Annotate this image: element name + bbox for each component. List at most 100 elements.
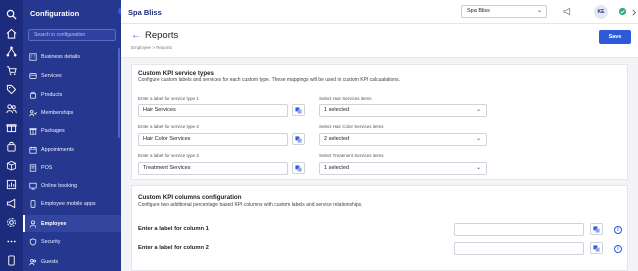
sidebar-item-label: Online booking	[41, 182, 77, 189]
translate-button[interactable]	[590, 242, 603, 254]
sidebar-search-input[interactable]: Search in configuration	[28, 29, 116, 41]
sidebar-item-packages[interactable]: Packages	[23, 122, 121, 139]
service-type-2-input[interactable]: Hair Color Services	[138, 133, 288, 146]
column-1-label: Enter a label for column 1	[138, 226, 209, 232]
brand-name: Spa Bliss	[128, 8, 162, 17]
sidebar-item-security[interactable]: Security	[23, 233, 121, 250]
column-2-label: Enter a label for column 2	[138, 245, 209, 251]
chevron-down-icon: ⌄	[475, 107, 481, 113]
box-icon[interactable]	[6, 160, 17, 171]
guests-icon	[28, 257, 37, 266]
card-title: Custom KPI columns configuration	[138, 194, 242, 201]
home-icon[interactable]	[6, 28, 17, 39]
service-type-1-input[interactable]: Hair Services	[138, 104, 288, 117]
cart-icon[interactable]	[6, 65, 17, 76]
gift-icon[interactable]	[6, 122, 17, 133]
pos-icon	[28, 163, 37, 172]
sidebar-item-label: Memberships	[41, 109, 74, 116]
service-type-3-input[interactable]: Treatment Services	[138, 162, 288, 175]
service-type-1-items-caption: Select Hair Services items	[319, 96, 372, 101]
select-value: 1 selected	[324, 107, 350, 113]
service-type-1-caption: Enter a label for service type 1	[138, 96, 199, 101]
megaphone-icon[interactable]	[6, 198, 17, 209]
select-value: 2 selected	[324, 136, 350, 142]
expand-icon[interactable]	[629, 7, 638, 17]
card-description: Configure two additional percentage base…	[138, 202, 363, 208]
translate-icon	[295, 106, 302, 114]
card-title: Custom KPI service types	[138, 70, 214, 77]
sidebar-item-memberships[interactable]: Memberships	[23, 104, 121, 121]
main-content: ← Reports Employee > Reports Save Custom…	[121, 24, 638, 271]
page-header: ← Reports Employee > Reports Save	[121, 24, 638, 58]
kpi-columns-card: Custom KPI columns configuration Configu…	[131, 185, 628, 271]
translate-icon	[593, 244, 600, 252]
service-type-2-items-select[interactable]: 2 selected ⌄	[319, 133, 487, 146]
megaphone-icon[interactable]	[562, 6, 572, 16]
location-select[interactable]: Spa Bliss ⌄	[461, 5, 547, 18]
page-title: Reports	[145, 30, 179, 41]
sidebar-item-employee[interactable]: Employee	[23, 215, 121, 232]
save-button[interactable]: Save	[599, 30, 631, 44]
sidebar-item-label: Business details	[41, 53, 80, 60]
translate-button[interactable]	[590, 223, 603, 235]
sidebar-item-online-booking[interactable]: Online booking	[23, 177, 121, 194]
sidebar-item-label: POS	[41, 164, 53, 171]
service-type-3-items-select[interactable]: 1 selected ⌄	[319, 162, 487, 175]
sidebar-item-label: Packages	[41, 127, 65, 134]
column-2-input[interactable]	[454, 242, 584, 255]
more-icon[interactable]	[6, 236, 17, 247]
sidebar-title: Configuration	[30, 9, 80, 18]
sidebar-item-pos[interactable]: POS	[23, 159, 121, 176]
sidebar-item-guests[interactable]: Guests	[23, 253, 121, 270]
memberships-icon	[28, 108, 37, 117]
translate-icon	[593, 225, 600, 233]
select-value: 1 selected	[324, 165, 350, 171]
shield-icon	[28, 237, 37, 246]
tag-icon[interactable]	[6, 84, 17, 95]
chart-icon[interactable]	[6, 179, 17, 190]
icon-rail	[0, 0, 23, 271]
info-icon[interactable]: i	[614, 226, 622, 234]
sidebar-item-label: Guests	[41, 258, 59, 265]
card-description: Configure custom labels and services for…	[138, 77, 400, 83]
chevron-down-icon: ⌄	[475, 165, 481, 171]
service-type-3-items-caption: Select Treatment Services items	[319, 153, 384, 158]
sidebar-item-business-details[interactable]: Business details	[23, 48, 121, 65]
sidebar-item-label: Services	[41, 72, 62, 79]
sidebar-item-employee-mobile-apps[interactable]: Employee mobile apps	[23, 195, 121, 212]
sidebar-item-label: Security	[41, 238, 61, 245]
chevron-down-icon: ⌄	[536, 8, 542, 14]
notifications-icon[interactable]	[617, 6, 627, 16]
breadcrumb[interactable]: Employee > Reports	[131, 45, 172, 50]
info-icon[interactable]: i	[614, 245, 622, 253]
translate-button[interactable]	[292, 133, 305, 145]
settings-icon[interactable]	[6, 217, 17, 228]
products-icon	[28, 90, 37, 99]
translate-button[interactable]	[292, 104, 305, 116]
kpi-service-types-card: Custom KPI service types Configure custo…	[131, 64, 628, 180]
network-icon[interactable]	[6, 46, 17, 57]
service-type-2-items-caption: Select Hair Color Services items	[319, 124, 384, 129]
bag-icon[interactable]	[6, 141, 17, 152]
phone-icon[interactable]	[6, 255, 17, 266]
sidebar-item-products[interactable]: Products	[23, 86, 121, 103]
services-icon	[28, 71, 37, 80]
chevron-down-icon: ⌄	[475, 136, 481, 142]
translate-button[interactable]	[292, 162, 305, 174]
online-booking-icon	[28, 181, 37, 190]
back-arrow-icon[interactable]: ←	[131, 30, 141, 41]
sidebar-item-appointments[interactable]: Appointments	[23, 141, 121, 158]
employee-icon	[28, 219, 37, 228]
sidebar-item-services[interactable]: Services	[23, 67, 121, 84]
building-icon	[28, 52, 37, 61]
service-type-2-caption: Enter a label for service type 2	[138, 124, 199, 129]
service-type-1-items-select[interactable]: 1 selected ⌄	[319, 104, 487, 117]
avatar[interactable]: KE	[594, 5, 608, 19]
packages-icon	[28, 126, 37, 135]
search-icon[interactable]	[6, 9, 17, 20]
people-icon[interactable]	[6, 103, 17, 114]
location-select-value: Spa Bliss	[467, 8, 490, 14]
column-1-input[interactable]	[454, 223, 584, 236]
top-bar: Spa Bliss Spa Bliss ⌄ KE	[121, 0, 638, 24]
translate-icon	[295, 135, 302, 143]
